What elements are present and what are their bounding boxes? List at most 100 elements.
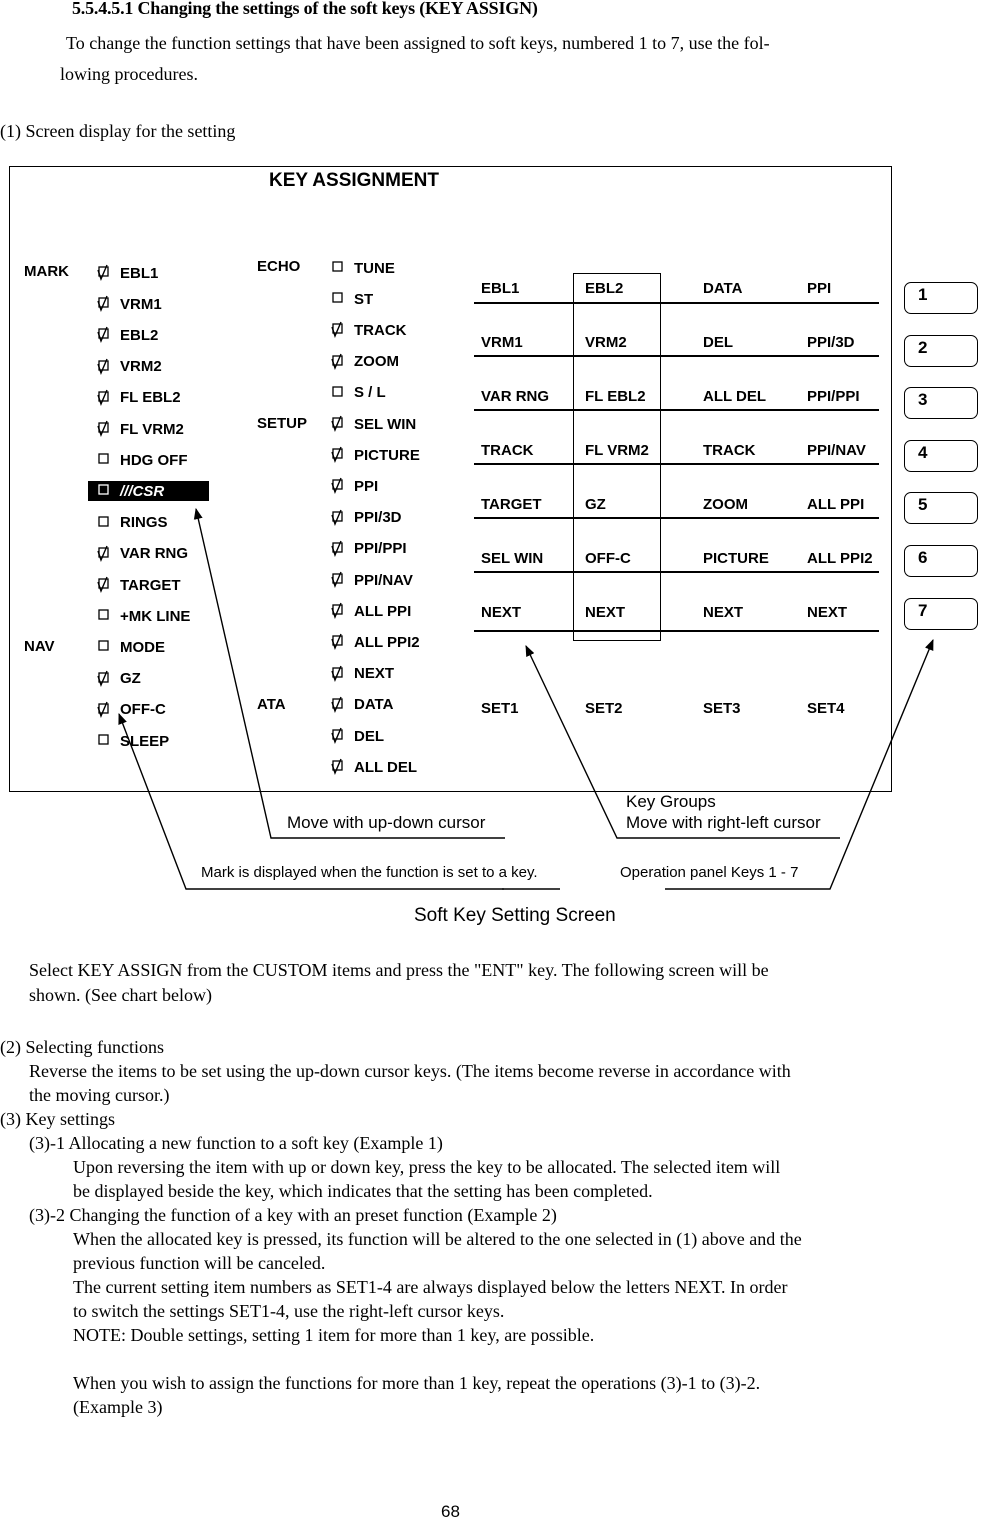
step3-1-line-1: Upon reversing the item with up or down … <box>73 1157 781 1177</box>
function-item[interactable]: ALL PPI2 <box>330 632 420 652</box>
function-item[interactable]: VAR RNG <box>96 544 188 564</box>
function-item[interactable]: PPI/NAV <box>330 570 413 590</box>
checked-box-icon[interactable] <box>330 509 348 527</box>
function-item[interactable]: OFF-C <box>96 700 166 720</box>
empty-box-icon[interactable] <box>96 514 114 532</box>
function-item-label: OFF-C <box>120 701 166 719</box>
checked-box-icon[interactable] <box>330 353 348 371</box>
checked-box-icon[interactable] <box>96 389 114 407</box>
soft-key-4[interactable]: 4 <box>904 439 978 472</box>
select-line-1: Select KEY ASSIGN from the CUSTOM items … <box>29 960 769 980</box>
function-item-label: NEXT <box>354 665 395 683</box>
function-item-label: +MK LINE <box>120 607 191 625</box>
checked-box-icon[interactable] <box>330 633 348 651</box>
function-item[interactable]: TRACK <box>330 320 407 340</box>
checked-box-icon[interactable] <box>96 264 114 282</box>
function-item[interactable]: EBL1 <box>96 263 158 283</box>
key-set-name[interactable]: SET2 <box>585 700 623 717</box>
checked-box-icon[interactable] <box>330 758 348 776</box>
soft-key-3[interactable]: 3 <box>904 387 978 420</box>
empty-box-icon[interactable] <box>96 607 114 625</box>
checked-box-icon[interactable] <box>330 540 348 558</box>
row-divider <box>474 630 879 632</box>
key-set-name[interactable]: SET3 <box>703 700 741 717</box>
step1-heading: (1) Screen display for the setting <box>0 121 236 141</box>
checked-box-icon[interactable] <box>330 415 348 433</box>
key-assignment-screen <box>9 166 892 792</box>
key-slot: TRACK <box>481 442 534 459</box>
group-label-ata: ATA <box>257 696 286 713</box>
function-item[interactable]: ALL PPI <box>330 601 411 621</box>
group-label-setup: SETUP <box>257 415 308 432</box>
function-item[interactable]: PPI/PPI <box>330 539 407 559</box>
function-item[interactable]: ST <box>330 289 373 309</box>
function-item[interactable]: FL VRM2 <box>96 419 184 439</box>
checked-box-icon[interactable] <box>330 727 348 745</box>
step3-2-line-4: to switch the settings SET1-4, use the r… <box>73 1301 505 1321</box>
checked-box-icon[interactable] <box>330 477 348 495</box>
key-slot: NEXT <box>807 604 848 621</box>
function-item[interactable]: VRM2 <box>96 357 162 377</box>
checked-box-icon[interactable] <box>96 701 114 719</box>
soft-key-6[interactable]: 6 <box>904 545 978 577</box>
function-item[interactable]: EBL2 <box>96 325 158 345</box>
repeat-line-2: (Example 3) <box>73 1397 163 1417</box>
function-item[interactable]: NEXT <box>330 664 394 684</box>
function-item[interactable]: PICTURE <box>330 445 420 465</box>
empty-box-icon[interactable] <box>96 638 114 656</box>
empty-box-icon[interactable] <box>96 451 114 469</box>
checked-box-icon[interactable] <box>96 358 114 376</box>
function-item-label: GZ <box>120 670 141 688</box>
checked-box-icon[interactable] <box>330 602 348 620</box>
function-item-label: PPI/3D <box>354 509 402 527</box>
function-item[interactable]: ALL DEL <box>330 757 417 777</box>
empty-box-icon[interactable] <box>96 732 114 750</box>
checked-box-icon[interactable] <box>96 420 114 438</box>
checked-box-icon[interactable] <box>96 326 114 344</box>
checked-box-icon[interactable] <box>96 545 114 563</box>
checked-box-icon[interactable] <box>330 321 348 339</box>
step3-1-heading: (3)-1 Allocating a new function to a sof… <box>29 1133 443 1153</box>
function-item[interactable]: ///CSR <box>88 481 209 502</box>
function-item[interactable]: S / L <box>330 383 386 403</box>
function-item[interactable]: FL EBL2 <box>96 388 181 408</box>
empty-box-icon[interactable] <box>96 482 114 500</box>
soft-key-7[interactable]: 7 <box>904 597 978 630</box>
step3-2-line-3: The current setting item numbers as SET1… <box>73 1277 788 1297</box>
function-item[interactable]: RINGS <box>96 513 168 533</box>
page-number: 68 <box>441 1502 460 1521</box>
soft-key-1[interactable]: 1 <box>904 282 978 314</box>
function-item[interactable]: PPI <box>330 476 378 496</box>
function-item[interactable]: TUNE <box>330 258 395 278</box>
checked-box-icon[interactable] <box>330 571 348 589</box>
function-item[interactable]: DEL <box>330 726 384 746</box>
key-slot: EBL1 <box>481 280 520 297</box>
key-set-name[interactable]: SET1 <box>481 700 519 717</box>
function-item[interactable]: TARGET <box>96 575 181 595</box>
note-line: NOTE: Double settings, setting 1 item fo… <box>73 1325 595 1345</box>
soft-key-2[interactable]: 2 <box>904 334 978 367</box>
key-slot: NEXT <box>481 604 522 621</box>
checked-box-icon[interactable] <box>330 446 348 464</box>
checked-box-icon[interactable] <box>96 670 114 688</box>
empty-box-icon[interactable] <box>330 290 348 308</box>
function-item[interactable]: SEL WIN <box>330 414 416 434</box>
soft-key-5[interactable]: 5 <box>904 492 978 525</box>
empty-box-icon[interactable] <box>330 259 348 277</box>
key-set-name[interactable]: SET4 <box>807 700 845 717</box>
function-item[interactable]: ZOOM <box>330 352 399 372</box>
checked-box-icon[interactable] <box>96 576 114 594</box>
function-item[interactable]: HDG OFF <box>96 450 188 470</box>
function-item[interactable]: MODE <box>96 637 165 657</box>
function-item[interactable]: +MK LINE <box>96 606 190 626</box>
function-item[interactable]: GZ <box>96 669 141 689</box>
function-item[interactable]: PPI/3D <box>330 508 402 528</box>
checked-box-icon[interactable] <box>96 295 114 313</box>
empty-box-icon[interactable] <box>330 384 348 402</box>
checked-box-icon[interactable] <box>330 696 348 714</box>
function-item[interactable]: VRM1 <box>96 294 162 314</box>
checked-box-icon[interactable] <box>330 665 348 683</box>
section-title: 5.5.4.5.1 Changing the settings of the s… <box>72 0 538 18</box>
function-item[interactable]: DATA <box>330 695 393 715</box>
function-item[interactable]: SLEEP <box>96 731 169 751</box>
